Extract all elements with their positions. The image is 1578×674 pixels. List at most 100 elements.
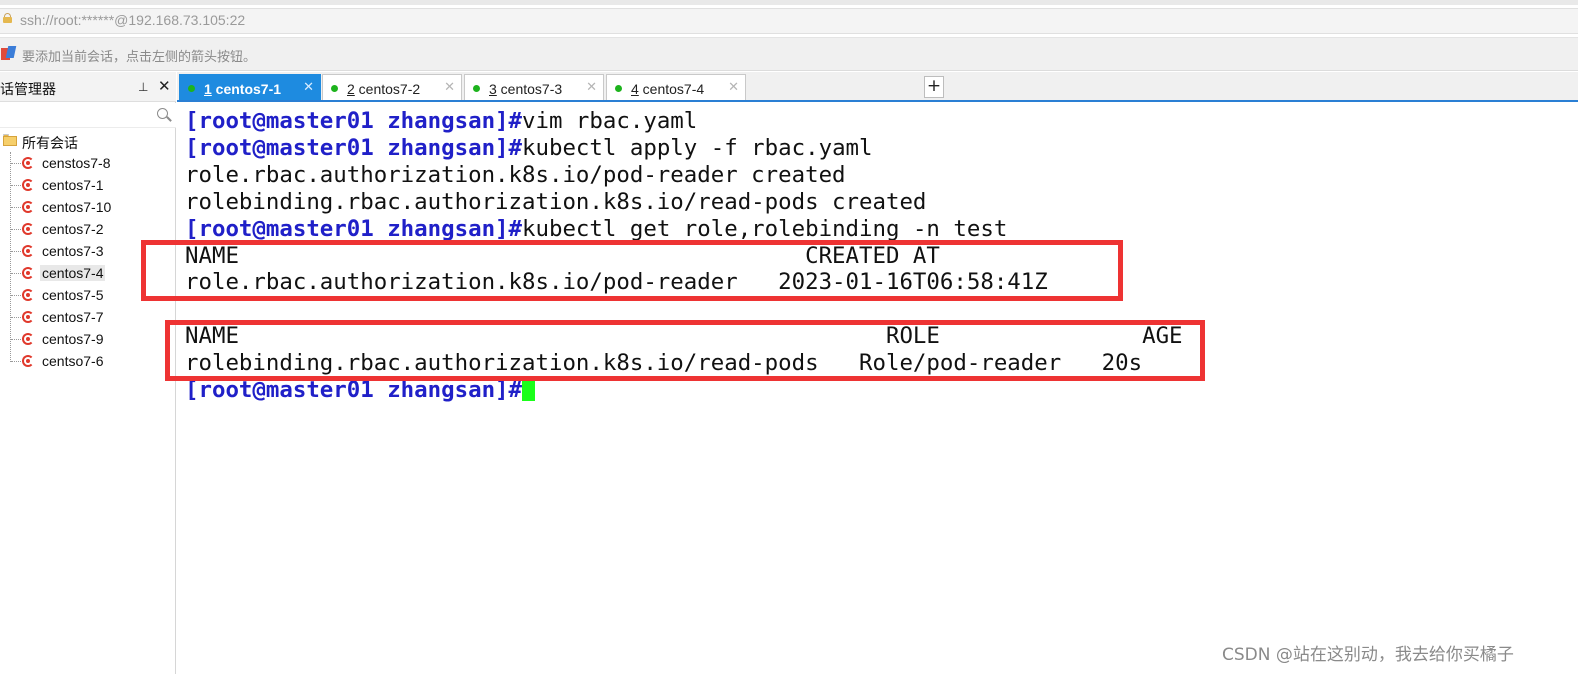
session-icon [21,244,35,258]
session-label: centos7-9 [42,331,104,347]
tab-close-icon[interactable]: ✕ [728,80,739,95]
tab-title: centos7-4 [638,81,705,97]
session-manager-panel: 话管理器 ⊥ ✕ 所有会话 censtos7-8 centos7-1 centos7… [0,72,176,674]
connected-status-icon [331,85,338,92]
sidebar-session-item[interactable]: centos7-2 [0,218,176,240]
session-label: censtos7-8 [42,155,111,171]
tab-3[interactable]: 3 centos7-3 ✕ [464,74,604,101]
tab-bar: 1 centos7-1 ✕ 2 centos7-2 ✕ 3 centos7-3 ✕ 4 ce… [177,72,1578,102]
terminal-text: vim rbac.yaml [522,108,698,134]
search-icon[interactable] [155,106,173,124]
tree-root-all-sessions[interactable]: 所有会话 [0,130,176,152]
terminal-line: [root@master01 zhangsan]#kubectl get rol… [185,216,1007,243]
tree-branch-line [11,361,21,362]
tab-number: 1 [204,81,212,97]
connected-status-icon [473,85,480,92]
terminal-line: [root@master01 zhangsan]#kubectl apply -… [185,135,873,162]
tab-close-icon[interactable]: ✕ [444,80,455,95]
terminal-text: kubectl get role,rolebinding -n test [522,215,1008,242]
tab-number: 4 [631,81,639,97]
terminal-text: kubectl apply -f rbac.yaml [522,134,873,161]
session-label: centos7-2 [42,221,104,237]
tab-2[interactable]: 2 centos7-2 ✕ [322,74,462,101]
terminal[interactable]: [root@master01 zhangsan]#vim rbac.yaml [r… [141,104,1578,674]
tree-branch-line [11,229,21,230]
shell-prompt: [root@master01 zhangsan]# [185,134,523,161]
connected-status-icon [188,85,195,92]
terminal-line: [root@master01 zhangsan]# [185,377,536,404]
terminal-line: rolebinding.rbac.authorization.k8s.io/re… [185,189,926,216]
tree-branch-line [11,273,21,274]
sidebar-session-item[interactable]: centos7-1 [0,174,176,196]
tab-label: 3 centos7-3 [489,81,562,97]
tree-branch-line [11,295,21,296]
pin-icon[interactable]: ⊥ [138,80,148,94]
tab-4[interactable]: 4 centos7-4 ✕ [606,74,746,101]
session-icon [21,310,35,324]
tree-branch-line [11,339,21,340]
session-icon [21,200,35,214]
terminal-text: rolebinding.rbac.authorization.k8s.io/re… [185,188,927,215]
session-search-row[interactable] [0,103,176,128]
sidebar-session-item[interactable]: centso7-6 [0,350,176,372]
highlight-box-rolebinding [165,320,1205,381]
tab-title: centos7-1 [211,81,282,97]
tree-branch-line [11,207,21,208]
sidebar-session-item[interactable]: centos7-9 [0,328,176,350]
sidebar-session-item[interactable]: centos7-7 [0,306,176,328]
session-manager-title: 话管理器 [0,82,56,98]
address-text[interactable]: ssh://root:******@192.168.73.105:22 [20,12,245,28]
session-icon [21,222,35,236]
tree-branch-line [11,317,21,318]
tab-close-icon[interactable]: ✕ [303,80,314,95]
session-icon [21,178,35,192]
shell-prompt: [root@master01 zhangsan]# [185,215,523,242]
tab-number: 2 [347,81,355,97]
session-label: centos7-4 [40,265,106,281]
session-icon [21,332,35,346]
tree-branch-line [11,163,21,164]
session-icon [21,288,35,302]
session-label: centos7-3 [42,243,104,259]
terminal-line: role.rbac.authorization.k8s.io/pod-reade… [185,162,846,189]
address-bar: ssh://root:******@192.168.73.105:22 [0,0,1578,38]
session-icon [21,266,35,280]
folder-icon [3,134,17,146]
tab-close-icon[interactable]: ✕ [586,80,597,95]
shell-prompt: [root@master01 zhangsan]# [185,108,523,134]
connected-status-icon [615,85,622,92]
session-icon [21,354,35,368]
sidebar-session-item[interactable]: censtos7-8 [0,152,176,174]
close-icon[interactable]: ✕ [158,77,171,95]
tab-label: 1 centos7-1 [204,81,281,97]
lock-icon [3,13,12,23]
tab-1[interactable]: 1 centos7-1 ✕ [179,74,321,102]
watermark: CSDN @站在这别动，我去给你买橘子 [1222,645,1514,665]
hint-text: 要添加当前会话，点击左侧的箭头按钮。 [22,50,257,65]
tree-branch-line [11,251,21,252]
tab-label: 2 centos7-2 [347,81,420,97]
hint-bar: 要添加当前会话，点击左侧的箭头按钮。 [0,38,1578,71]
session-icon [21,156,35,170]
session-manager-header: 话管理器 ⊥ ✕ [0,72,176,102]
new-tab-button[interactable]: + [924,76,944,98]
window-top-strip [0,0,1578,5]
tab-title: centos7-2 [354,81,421,97]
tree-root-label: 所有会话 [22,136,78,152]
tab-title: centos7-3 [496,81,563,97]
session-label: centos7-7 [42,309,104,325]
session-label: centos7-5 [42,287,104,303]
sidebar-session-item[interactable]: centos7-10 [0,196,176,218]
terminal-cursor [522,379,536,401]
tab-label: 4 centos7-4 [631,81,704,97]
session-label: centos7-10 [42,199,112,215]
highlight-box-role [141,240,1123,301]
tree-branch-line [11,185,21,186]
terminal-line: [root@master01 zhangsan]#vim rbac.yaml [185,108,697,135]
session-label: centos7-1 [42,177,104,193]
bookmark-icon[interactable] [1,46,17,62]
tab-bar-underline [177,100,1578,102]
session-label: centso7-6 [42,353,104,369]
terminal-text: role.rbac.authorization.k8s.io/pod-reade… [185,161,846,188]
tab-number: 3 [489,81,497,97]
